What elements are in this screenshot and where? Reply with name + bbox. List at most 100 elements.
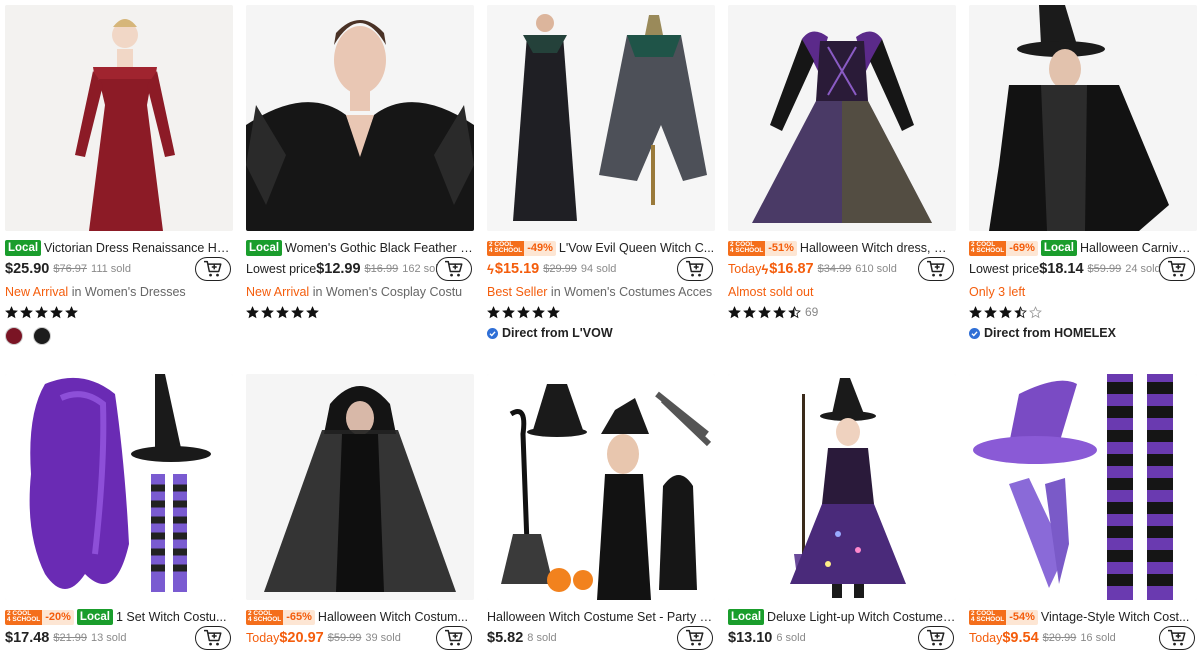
product-title[interactable]: Deluxe Light-up Witch Costume ... [767, 610, 956, 624]
ranking-tag[interactable]: Best Seller in Women's Costumes Acces [487, 285, 715, 301]
discount-badge: 2 COOL 4 SCHOOL -20% [5, 609, 74, 625]
product-title-row[interactable]: Local Victorian Dress Renaissance Hall... [5, 239, 233, 257]
tag-highlight: New Arrival [5, 285, 69, 299]
add-to-cart-icon [927, 260, 945, 277]
product-title[interactable]: Halloween Witch dress, Gi... [800, 241, 956, 255]
product-image[interactable] [728, 5, 956, 231]
add-to-cart-button[interactable] [1159, 626, 1195, 650]
product-image[interactable] [246, 374, 474, 600]
add-to-cart-icon [445, 629, 463, 646]
product-title[interactable]: Vintage-Style Witch Cost... [1041, 610, 1189, 624]
add-to-cart-button[interactable] [436, 257, 472, 281]
star-full-icon [306, 305, 319, 318]
witch-costume-set-image [487, 374, 715, 600]
add-to-cart-button[interactable] [918, 257, 954, 281]
product-grid: Local Victorian Dress Renaissance Hall...… [0, 0, 1200, 653]
seller-name: Direct from L'VOW [502, 326, 613, 340]
product-title[interactable]: Halloween Witch Costume Set - Party S... [487, 610, 715, 624]
product-title-row[interactable]: Local Women's Gothic Black Feather S... [246, 239, 474, 257]
ranking-tag[interactable]: Almost sold out [728, 285, 956, 301]
tag-highlight: Almost sold out [728, 285, 814, 299]
product-title-row[interactable]: Local Deluxe Light-up Witch Costume ... [728, 608, 956, 626]
witch-set-wig-image [5, 374, 233, 600]
product-title-row[interactable]: 2 COOL 4 SCHOOL -65% Halloween Witch Costum… [246, 608, 474, 626]
add-to-cart-button[interactable] [918, 626, 954, 650]
product-card[interactable]: 2 COOL 4 SCHOOL -51% Halloween Witch dress,… [728, 5, 956, 345]
promo-line-2: 4 SCHOOL [248, 616, 282, 623]
product-card[interactable]: 2 COOL 4 SCHOOL -54% Vintage-Style Witch Co… [969, 374, 1197, 653]
product-title-row[interactable]: 2 COOL 4 SCHOOL -51% Halloween Witch dress,… [728, 239, 956, 257]
add-to-cart-button[interactable] [195, 626, 231, 650]
color-swatch[interactable] [33, 327, 51, 345]
product-image[interactable] [246, 5, 474, 231]
promo-line-2: 4 SCHOOL [730, 247, 764, 254]
add-to-cart-button[interactable] [677, 626, 713, 650]
product-card[interactable]: 2 COOL 4 SCHOOL -49% L'Vow Evil Queen Witch… [487, 5, 715, 345]
product-title-row[interactable]: Halloween Witch Costume Set - Party S... [487, 608, 715, 626]
price-row: Lowest price $12.99 $16.99 162 sold [246, 257, 474, 281]
promo-line-2: 4 SCHOOL [971, 616, 1005, 623]
product-title[interactable]: Women's Gothic Black Feather S... [285, 241, 474, 255]
seller-info[interactable]: Direct from HOMELEX [969, 325, 1116, 341]
product-card[interactable]: 2 COOL 4 SCHOOL -20% Local 1 Set Witch Costu… [5, 374, 233, 653]
current-price: $16.87 [769, 261, 814, 277]
ranking-tag[interactable]: Only 3 left [969, 285, 1197, 301]
price-row: Today ϟ $16.87 $34.99 610 sold [728, 257, 956, 281]
product-card[interactable]: Halloween Witch Costume Set - Party S...… [487, 374, 715, 653]
add-to-cart-button[interactable] [195, 257, 231, 281]
product-image[interactable] [969, 374, 1197, 600]
promo-2cool4school-label: 2 COOL 4 SCHOOL [728, 240, 766, 256]
star-full-icon [246, 305, 259, 318]
color-swatch[interactable] [5, 327, 23, 345]
star-empty-icon [1029, 305, 1042, 318]
current-price: $17.48 [5, 630, 50, 646]
seller-info[interactable]: Direct from L'VOW [487, 325, 613, 341]
product-title[interactable]: 1 Set Witch Costu... [116, 610, 226, 624]
price-row: ϟ $15.19 $29.99 94 sold [487, 257, 715, 281]
product-title-row[interactable]: 2 COOL 4 SCHOOL -20% Local 1 Set Witch Costu… [5, 608, 233, 626]
current-price: $25.90 [5, 261, 50, 277]
evil-queen-cape-image [487, 5, 715, 231]
sold-count: 13 sold [91, 632, 127, 644]
promo-2cool4school-label: 2 COOL 4 SCHOOL [5, 609, 43, 625]
current-price: $12.99 [316, 261, 361, 277]
product-image[interactable] [5, 5, 233, 231]
color-swatches [5, 327, 61, 347]
product-image[interactable] [728, 374, 956, 600]
add-to-cart-icon [445, 260, 463, 277]
tag-category: in Women's Cosplay Costu [309, 285, 463, 299]
product-card[interactable]: Local Women's Gothic Black Feather S... Lo… [246, 5, 474, 345]
product-image[interactable] [487, 5, 715, 231]
add-to-cart-button[interactable] [436, 626, 472, 650]
product-title[interactable]: Victorian Dress Renaissance Hall... [44, 241, 233, 255]
product-image[interactable] [487, 374, 715, 600]
star-full-icon [65, 305, 78, 318]
discount-badge: 2 COOL 4 SCHOOL -49% [487, 240, 556, 256]
product-card[interactable]: 2 COOL 4 SCHOOL -65% Halloween Witch Costum… [246, 374, 474, 653]
product-title[interactable]: L'Vow Evil Queen Witch C... [559, 241, 714, 255]
product-image[interactable] [5, 374, 233, 600]
discount-badge: 2 COOL 4 SCHOOL -54% [969, 609, 1038, 625]
star-half-icon [1014, 305, 1027, 318]
lightning-icon: ϟ [761, 261, 769, 277]
product-card[interactable]: Local Victorian Dress Renaissance Hall...… [5, 5, 233, 345]
star-full-icon [50, 305, 63, 318]
product-title[interactable]: Halloween Carnival... [1080, 241, 1197, 255]
product-title-row[interactable]: 2 COOL 4 SCHOOL -54% Vintage-Style Witch Co… [969, 608, 1197, 626]
ranking-tag[interactable]: New Arrival in Women's Cosplay Costu [246, 285, 474, 301]
discount-badge: 2 COOL 4 SCHOOL -65% [246, 609, 315, 625]
add-to-cart-button[interactable] [677, 257, 713, 281]
original-price: $20.99 [1042, 632, 1077, 644]
product-card[interactable]: 2 COOL 4 SCHOOL -69% Local Halloween Carniva… [969, 5, 1197, 345]
product-title-row[interactable]: 2 COOL 4 SCHOOL -49% L'Vow Evil Queen Witch… [487, 239, 715, 257]
product-title[interactable]: Halloween Witch Costum... [318, 610, 468, 624]
star-full-icon [35, 305, 48, 318]
promo-2cool4school-label: 2 COOL 4 SCHOOL [246, 609, 284, 625]
ranking-tag[interactable]: New Arrival in Women's Dresses [5, 285, 233, 301]
add-to-cart-button[interactable] [1159, 257, 1195, 281]
product-title-row[interactable]: 2 COOL 4 SCHOOL -69% Local Halloween Carniva… [969, 239, 1197, 257]
lightning-icon: ϟ [487, 261, 494, 277]
star-full-icon [276, 305, 289, 318]
product-image[interactable] [969, 5, 1197, 231]
product-card[interactable]: Local Deluxe Light-up Witch Costume ... $1… [728, 374, 956, 653]
